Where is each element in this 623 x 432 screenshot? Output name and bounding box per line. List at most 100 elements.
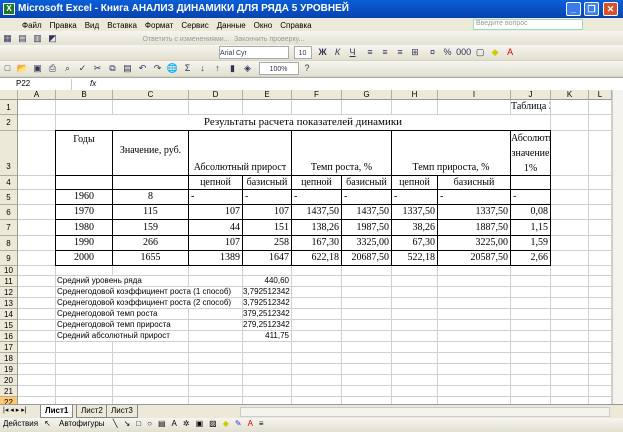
sort-asc-icon[interactable]: ↓ <box>196 62 209 75</box>
font-size-select[interactable]: 10 <box>293 46 312 59</box>
wordart-icon[interactable]: A <box>172 419 177 428</box>
menu-view[interactable]: Вид <box>85 21 99 30</box>
menu-format[interactable]: Формат <box>145 21 173 30</box>
font-color-icon[interactable]: A <box>248 419 253 428</box>
vertical-scrollbar[interactable] <box>612 90 623 404</box>
paste-icon[interactable]: ▤ <box>121 62 134 75</box>
toolbar-icon[interactable]: ▥ <box>31 32 44 45</box>
row-header-19[interactable]: 19 <box>0 364 18 375</box>
zoom-select[interactable]: 100% <box>258 62 299 75</box>
column-header-f[interactable]: F <box>292 90 342 100</box>
maximize-button[interactable]: ❐ <box>584 2 599 16</box>
textbox-icon[interactable]: ▤ <box>158 419 166 428</box>
italic-icon[interactable]: К <box>331 46 344 59</box>
menu-help[interactable]: Справка <box>280 21 311 30</box>
worksheet-grid[interactable]: A B C D E F G H I J K L 1 2 3 4 5 6 7 8 9 10 11 12 13 14 15 16 17 18 1… <box>0 90 612 404</box>
column-header-l[interactable]: L <box>589 90 612 100</box>
column-header-h[interactable]: H <box>392 90 438 100</box>
percent-icon[interactable]: % <box>441 46 454 59</box>
row-header-2[interactable]: 2 <box>0 115 18 131</box>
column-header-b[interactable]: B <box>56 90 113 100</box>
column-header-j[interactable]: J <box>511 90 551 100</box>
font-select[interactable]: Arial Cyr <box>219 46 289 59</box>
hyperlink-icon[interactable]: 🌐 <box>166 62 179 75</box>
menu-file[interactable]: Файл <box>22 21 42 30</box>
line-icon[interactable]: ╲ <box>113 419 118 428</box>
row-header-11[interactable]: 11 <box>0 276 18 287</box>
row-header-21[interactable]: 21 <box>0 386 18 397</box>
close-button[interactable]: ✕ <box>603 2 618 16</box>
align-right-icon[interactable]: ≡ <box>394 46 407 59</box>
toolbar-icon[interactable]: ▦ <box>1 32 14 45</box>
fill-color-icon[interactable]: ◆ <box>223 419 229 428</box>
row-header-18[interactable]: 18 <box>0 353 18 364</box>
oval-icon[interactable]: ○ <box>147 419 152 428</box>
new-icon[interactable]: □ <box>1 62 14 75</box>
line-style-icon[interactable]: ≡ <box>259 419 264 428</box>
fill-color-icon[interactable]: ◆ <box>489 46 502 59</box>
row-header-9[interactable]: 9 <box>0 251 18 266</box>
row-header-13[interactable]: 13 <box>0 298 18 309</box>
column-header-i[interactable]: I <box>438 90 511 100</box>
autoshapes-menu[interactable]: Автофигуры <box>59 419 105 428</box>
menu-data[interactable]: Данные <box>217 21 246 30</box>
underline-icon[interactable]: Ч <box>346 46 359 59</box>
preview-icon[interactable]: ⌕ <box>61 62 74 75</box>
formula-input[interactable] <box>102 79 623 90</box>
undo-icon[interactable]: ↶ <box>136 62 149 75</box>
row-header-16[interactable]: 16 <box>0 331 18 342</box>
row-header-15[interactable]: 15 <box>0 320 18 331</box>
minimize-button[interactable]: _ <box>566 2 581 16</box>
column-header-g[interactable]: G <box>342 90 392 100</box>
picture-icon[interactable]: ▨ <box>209 419 217 428</box>
function-icon[interactable]: fx <box>90 79 96 88</box>
column-header-a[interactable]: A <box>18 90 56 100</box>
cut-icon[interactable]: ✂ <box>91 62 104 75</box>
spelling-icon[interactable]: ✓ <box>76 62 89 75</box>
menu-edit[interactable]: Правка <box>50 21 77 30</box>
help-icon[interactable]: ? <box>301 62 314 75</box>
align-center-icon[interactable]: ≡ <box>379 46 392 59</box>
rectangle-icon[interactable]: □ <box>136 419 141 428</box>
menu-tools[interactable]: Сервис <box>181 21 208 30</box>
ask-question-input[interactable]: Введите вопрос <box>473 19 583 30</box>
row-header-8[interactable]: 8 <box>0 236 18 251</box>
bold-icon[interactable]: Ж <box>316 46 329 59</box>
tab-sheet1[interactable]: Лист1 <box>40 405 74 418</box>
column-header-d[interactable]: D <box>189 90 243 100</box>
redo-icon[interactable]: ↷ <box>151 62 164 75</box>
diagram-icon[interactable]: ✲ <box>183 419 190 428</box>
menu-insert[interactable]: Вставка <box>107 21 137 30</box>
clipart-icon[interactable]: ▣ <box>196 419 204 428</box>
horizontal-scrollbar[interactable] <box>240 407 610 417</box>
row-header-6[interactable]: 6 <box>0 205 18 220</box>
row-header-5[interactable]: 5 <box>0 190 18 205</box>
row-header-1[interactable]: 1 <box>0 100 18 115</box>
thousands-icon[interactable]: 000 <box>456 46 471 59</box>
row-header-4[interactable]: 4 <box>0 176 18 190</box>
row-header-10[interactable]: 10 <box>0 266 18 276</box>
font-color-icon[interactable]: A <box>504 46 517 59</box>
sort-desc-icon[interactable]: ↑ <box>211 62 224 75</box>
row-header-12[interactable]: 12 <box>0 287 18 298</box>
column-header-k[interactable]: K <box>551 90 589 100</box>
select-pointer-icon[interactable]: ↖ <box>44 419 51 428</box>
row-header-7[interactable]: 7 <box>0 220 18 236</box>
row-header-22[interactable]: 22 <box>0 397 18 404</box>
name-box[interactable]: P22 <box>2 79 72 90</box>
tab-sheet2[interactable]: Лист2 <box>76 405 108 418</box>
row-header-17[interactable]: 17 <box>0 342 18 353</box>
select-all-corner[interactable] <box>0 90 18 100</box>
borders-icon[interactable]: ▢ <box>474 46 487 59</box>
toolbar-icon[interactable]: ▤ <box>16 32 29 45</box>
drawing-icon[interactable]: ◈ <box>241 62 254 75</box>
arrow-icon[interactable]: ↘ <box>124 419 131 428</box>
copy-icon[interactable]: ⧉ <box>106 62 119 75</box>
line-color-icon[interactable]: ✎ <box>235 419 242 428</box>
actions-menu[interactable]: Действия <box>3 419 38 428</box>
autosum-icon[interactable]: Σ <box>181 62 194 75</box>
align-left-icon[interactable]: ≡ <box>364 46 377 59</box>
column-header-c[interactable]: C <box>113 90 189 100</box>
row-header-14[interactable]: 14 <box>0 309 18 320</box>
chart-icon[interactable]: ▮ <box>226 62 239 75</box>
